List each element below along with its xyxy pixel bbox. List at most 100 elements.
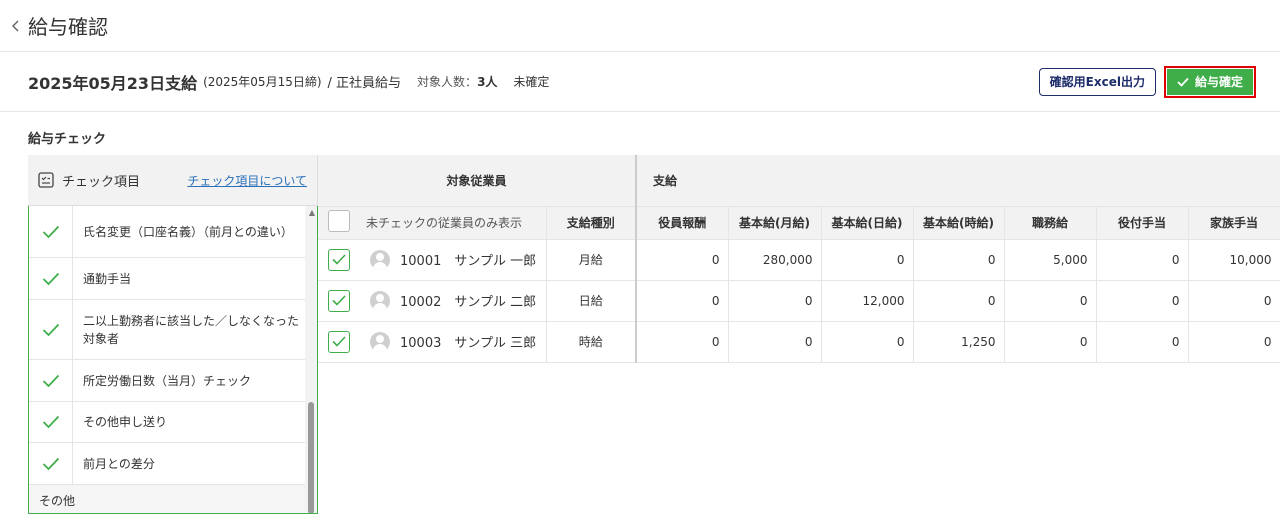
check-items-label: チェック項目: [62, 174, 141, 190]
pay-type-cell: 月給: [546, 239, 638, 281]
check-icon: [42, 415, 59, 429]
column-header: 職務給: [1004, 206, 1097, 240]
check-item[interactable]: 前月との差分: [29, 443, 317, 485]
value-cell: 0: [636, 280, 729, 322]
column-header: 役付手当: [1096, 206, 1189, 240]
row-checkbox-cell: [318, 280, 360, 322]
check-icon: [332, 336, 346, 347]
value-cell: 0: [636, 239, 729, 281]
user-avatar-icon: [370, 331, 390, 352]
value-cell: 0: [913, 239, 1005, 281]
column-header: 役員報酬: [636, 206, 729, 240]
value-cell: 1,250: [913, 321, 1005, 363]
user-avatar-icon: [370, 249, 390, 270]
check-items-help-link[interactable]: チェック項目について: [187, 172, 307, 189]
column-header: 基本給(日給): [821, 206, 914, 240]
table-row: 10002 サンプル 二郎 日給 0 0 12,000 0 0 0 0: [318, 280, 1280, 322]
column-header: 家族手当: [1188, 206, 1280, 240]
group-header-employee: 対象従業員: [318, 155, 638, 207]
row-checkbox[interactable]: [328, 289, 350, 312]
table-row: 10003 サンプル 三郎 時給 0 0 0 1,250 0 0 0: [318, 321, 1280, 363]
other-section-label: その他: [29, 485, 317, 513]
value-cell: 10,000: [1188, 239, 1280, 281]
value-cell: 0: [913, 280, 1005, 322]
column-header: 基本給(月給): [728, 206, 822, 240]
check-icon: [42, 272, 59, 285]
group-header-payment: 支給: [636, 155, 1280, 207]
value-cell: 12,000: [821, 280, 914, 322]
page-title: 給与確認: [28, 15, 108, 39]
check-icon: [332, 295, 346, 306]
value-cell: 0: [728, 280, 822, 322]
value-cell: 280,000: [728, 239, 822, 281]
employee-name: 10002 サンプル 二郎: [400, 295, 537, 310]
row-checkbox-cell: [318, 239, 360, 281]
status-text: 未確定: [513, 75, 550, 89]
pay-type-cell: 日給: [546, 280, 638, 322]
main-area: チェック項目 チェック項目について 氏名変更（口座名義）（前月との違い） 通勤手…: [28, 155, 1280, 514]
scroll-up-icon[interactable]: ▲: [309, 208, 315, 217]
pay-type-cell: 時給: [546, 321, 638, 363]
confirm-payroll-button[interactable]: 給与確定: [1166, 68, 1253, 95]
row-checkbox-cell: [318, 321, 360, 363]
check-icon: [332, 254, 346, 265]
employee-cell[interactable]: 10002 サンプル 二郎: [360, 280, 547, 322]
value-cell: 0: [1004, 321, 1097, 363]
check-item-label: 二以上勤務者に該当した／しなくなった対象者: [83, 313, 300, 346]
column-header: 支給種別: [546, 206, 638, 240]
check-panel-header: チェック項目 チェック項目について: [28, 155, 317, 206]
employee-name: 10003 サンプル 三郎: [400, 336, 537, 351]
row-checkbox[interactable]: [328, 330, 350, 353]
check-list: 氏名変更（口座名義）（前月との違い） 通勤手当 二以上勤務者に該当した／しなくな…: [28, 206, 318, 514]
check-item-label: 氏名変更（口座名義）（前月との違い）: [83, 224, 293, 239]
value-cell: 0: [1188, 280, 1280, 322]
check-icon: [42, 225, 59, 238]
back-chevron-icon[interactable]: [8, 16, 24, 36]
confirm-button-highlight: 給与確定: [1163, 65, 1256, 98]
column-header: 基本給(時給): [913, 206, 1005, 240]
check-item[interactable]: 氏名変更（口座名義）（前月との違い）: [29, 206, 317, 258]
payroll-info-bar: 2025年05月23日支給 (2025年05月15日締) / 正社員給与 対象人…: [0, 52, 1280, 112]
section-title: 給与チェック: [28, 132, 107, 147]
employee-grid: 対象従業員 支給 未チェックの従業員のみ表示 支給種別 役員報酬 基本給(月給)…: [318, 155, 1280, 363]
check-item-label: 前月との差分: [83, 456, 155, 471]
value-cell: 0: [1096, 321, 1189, 363]
check-item[interactable]: 二以上勤務者に該当した／しなくなった対象者: [29, 300, 317, 360]
check-item[interactable]: その他申し送り: [29, 402, 317, 443]
check-item-label: その他申し送り: [83, 415, 168, 429]
value-cell: 0: [1004, 280, 1097, 322]
value-cell: 0: [1096, 239, 1189, 281]
check-item[interactable]: 通勤手当: [29, 258, 317, 300]
pay-date: 2025年05月23日支給: [28, 73, 198, 93]
employee-cell[interactable]: 10001 サンプル 一郎: [360, 239, 547, 281]
check-item-label: 通勤手当: [83, 271, 132, 286]
check-icon: [42, 374, 59, 387]
employee-name: 10001 サンプル 一郎: [400, 254, 537, 269]
check-item-label: 所定労働日数（当月）チェック: [83, 373, 252, 388]
confirm-payroll-label: 給与確定: [1194, 75, 1243, 89]
excel-export-button[interactable]: 確認用Excel出力: [1038, 67, 1156, 96]
check-panel: チェック項目 チェック項目について 氏名変更（口座名義）（前月との違い） 通勤手…: [28, 155, 318, 514]
check-icon: [42, 457, 59, 470]
close-date: (2025年05月15日締): [203, 75, 322, 89]
value-cell: 0: [821, 239, 914, 281]
check-icon: [42, 323, 59, 336]
value-cell: 0: [821, 321, 914, 363]
value-cell: 0: [1096, 280, 1189, 322]
check-list-scrollbar[interactable]: ▲: [305, 206, 317, 513]
checklist-icon: [38, 172, 54, 188]
target-count-label: 対象人数：: [417, 75, 478, 89]
value-cell: 5,000: [1004, 239, 1097, 281]
target-count-value: 3人: [477, 75, 498, 89]
row-checkbox[interactable]: [328, 248, 350, 271]
value-cell: 0: [1188, 321, 1280, 363]
pay-type: / 正社員給与: [327, 76, 402, 91]
filter-checkbox[interactable]: [328, 210, 350, 232]
table-row: 10001 サンプル 一郎 月給 0 280,000 0 0 5,000 0 1…: [318, 239, 1280, 281]
scroll-thumb[interactable]: [308, 402, 314, 513]
check-item[interactable]: 所定労働日数（当月）チェック: [29, 360, 317, 402]
filter-checkbox-cell: [318, 206, 360, 240]
value-cell: 0: [728, 321, 822, 363]
employee-cell[interactable]: 10003 サンプル 三郎: [360, 321, 547, 363]
value-cell: 0: [636, 321, 729, 363]
